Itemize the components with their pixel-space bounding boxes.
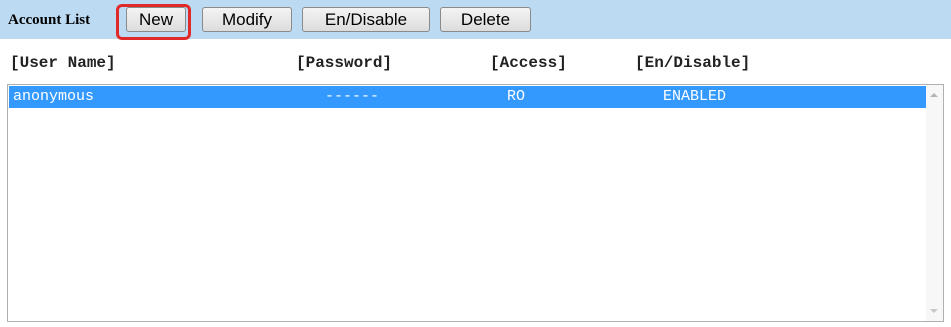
delete-button[interactable]: Delete — [440, 7, 531, 32]
endisable-button[interactable]: En/Disable — [302, 7, 430, 32]
chevron-down-icon[interactable] — [930, 309, 938, 313]
password-cell: ------ — [325, 88, 380, 105]
user-name-cell: anonymous — [13, 88, 95, 105]
vertical-scrollbar[interactable] — [926, 85, 943, 321]
status-cell: ENABLED — [663, 88, 727, 105]
chevron-up-icon[interactable] — [930, 93, 938, 97]
account-listbox[interactable]: anonymous ------ RO ENABLED — [7, 84, 944, 322]
toolbar: Account List New Modify En/Disable Delet… — [0, 0, 951, 40]
column-header-user-name: [User Name] — [10, 54, 116, 72]
column-header-en-disable: [En/Disable] — [635, 54, 751, 72]
account-list-title: Account List — [8, 12, 91, 28]
list-item[interactable]: anonymous ------ RO ENABLED — [9, 86, 926, 108]
new-button[interactable]: New — [126, 7, 186, 32]
access-cell: RO — [507, 88, 526, 105]
column-header-access: [Access] — [490, 54, 567, 72]
modify-button[interactable]: Modify — [202, 7, 292, 32]
column-header-password: [Password] — [296, 54, 393, 72]
